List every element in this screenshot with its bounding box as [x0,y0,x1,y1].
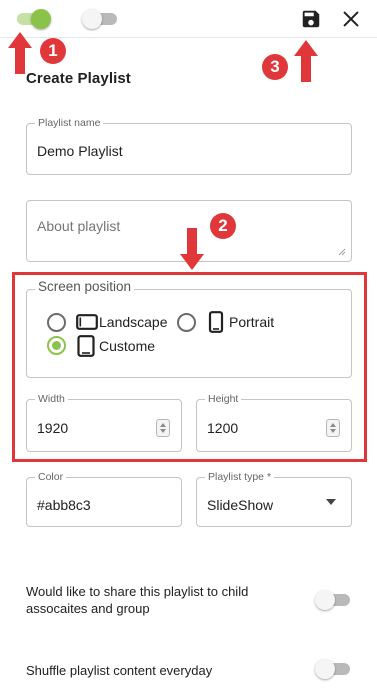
stepper-up-icon[interactable] [330,423,336,427]
playlist-name-value: Demo Playlist [37,143,123,159]
share-option-label: Would like to share this playlist to chi… [26,584,249,616]
annotation-badge-1: 1 [40,38,66,64]
stepper-up-icon[interactable] [160,423,166,427]
page-title: Create Playlist [26,70,131,87]
portrait-label: Portrait [229,314,275,330]
width-value: 1920 [37,420,69,436]
playlist-name-field[interactable]: Playlist name Demo Playlist [26,117,352,175]
width-stepper[interactable] [156,419,170,437]
screen-position-label: Screen position [35,280,135,293]
height-stepper[interactable] [326,419,340,437]
height-label: Height [205,393,242,405]
save-button[interactable] [300,8,322,30]
color-field[interactable]: Color #abb8c3 [26,471,182,527]
width-field[interactable]: Width 1920 [26,393,182,452]
annotation-arrow-down-2 [180,228,204,270]
stepper-down-icon[interactable] [160,429,166,433]
custome-label: Custome [99,338,156,354]
dropdown-arrow-icon[interactable] [325,498,337,506]
screen-position-group: Screen position [26,280,352,378]
shuffle-toggle-switch[interactable] [313,658,355,680]
close-button[interactable] [340,8,362,30]
resize-handle-icon[interactable] [338,248,346,256]
landscape-screen-icon [76,314,98,330]
save-icon [302,10,320,28]
color-label: Color [35,471,67,483]
playlist-type-value: SlideShow [207,497,274,513]
close-icon [343,11,359,27]
landscape-radio[interactable] [47,313,66,332]
color-value: #abb8c3 [37,497,91,513]
share-toggle-switch[interactable] [313,589,355,611]
landscape-label: Landscape [99,314,168,330]
width-label: Width [35,393,68,405]
annotation-badge-2: 2 [210,213,236,239]
playlist-type-label: Playlist type * [205,471,275,483]
toggle-on-switch[interactable] [14,8,56,30]
toggle-thumb [315,659,335,679]
playlist-type-select[interactable]: Playlist type * SlideShow [196,471,352,527]
annotation-arrow-up-3 [294,40,318,82]
height-field[interactable]: Height 1200 [196,393,352,452]
toggle-off-switch[interactable] [80,8,122,30]
playlist-name-label: Playlist name [35,117,104,129]
custom-screen-icon [77,335,95,357]
portrait-screen-icon [208,311,224,333]
toolbar [0,0,377,38]
annotation-badge-3: 3 [262,54,288,80]
portrait-radio[interactable] [177,313,196,332]
shuffle-option-label: Shuffle playlist content everyday [26,663,213,678]
about-playlist-placeholder: About playlist [37,218,121,234]
toggle-thumb [82,9,102,29]
stepper-down-icon[interactable] [330,429,336,433]
toggle-thumb [315,590,335,610]
height-value: 1200 [207,420,239,436]
custome-radio[interactable] [47,336,66,355]
toggle-thumb [31,9,51,29]
